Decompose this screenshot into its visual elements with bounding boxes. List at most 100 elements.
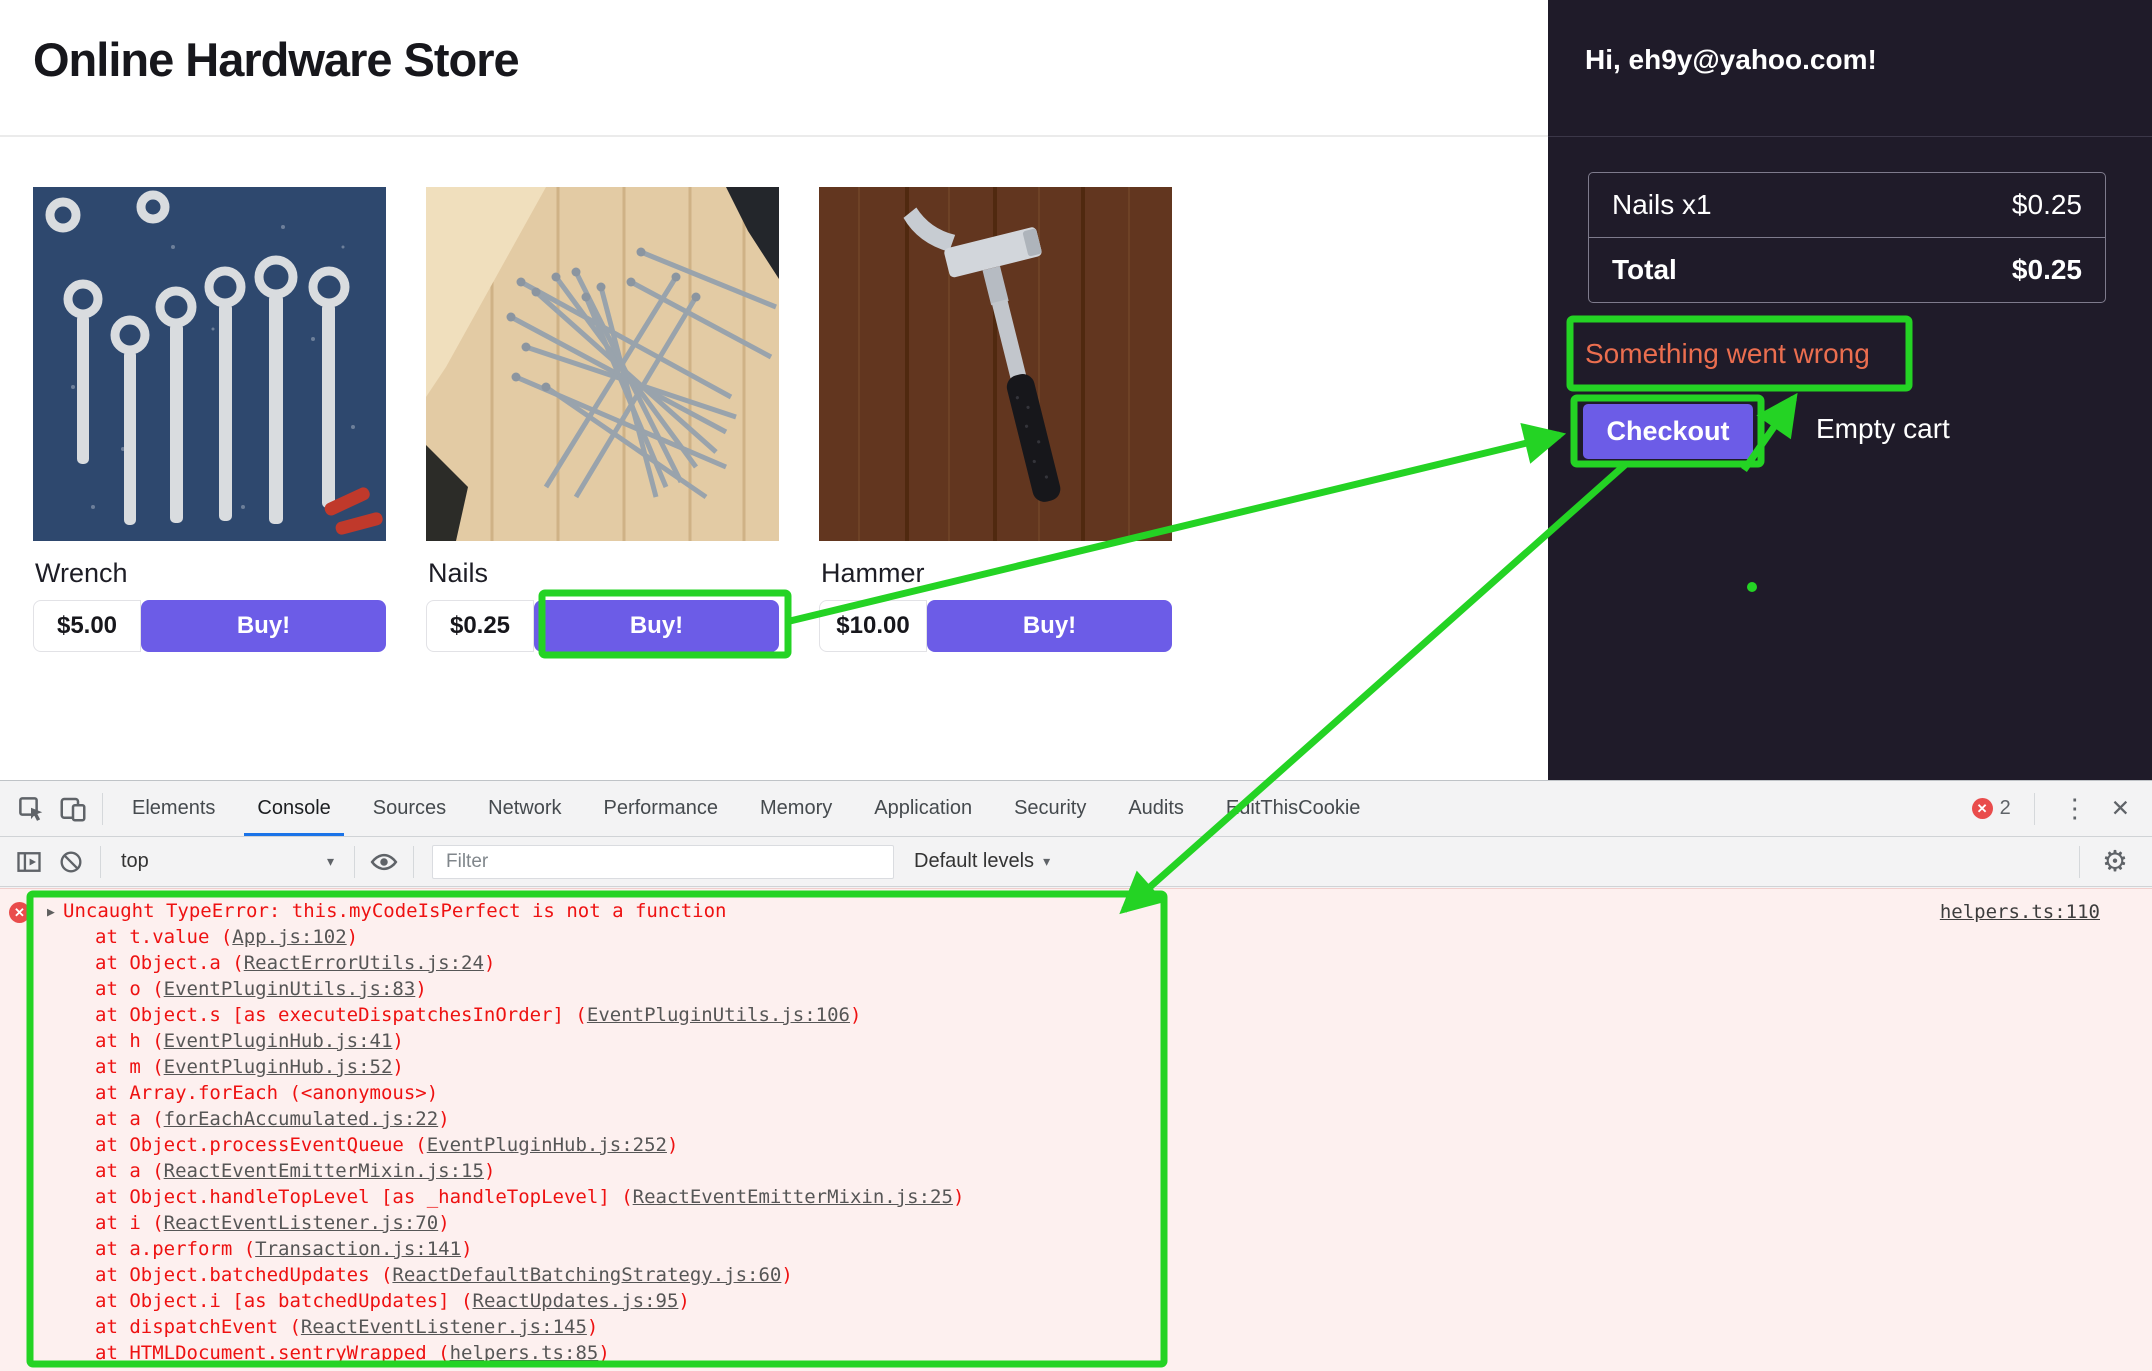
devtools-tab[interactable]: Audits bbox=[1107, 781, 1205, 836]
cart-total-value: $0.25 bbox=[2012, 254, 2082, 286]
stack-frame-link[interactable]: EventPluginHub.js:41 bbox=[164, 1030, 393, 1052]
stack-frame-link[interactable]: EventPluginUtils.js:106 bbox=[587, 1004, 850, 1026]
cart-sidebar: Hi, eh9y@yahoo.com! Nails x1 $0.25 Total… bbox=[1548, 0, 2152, 780]
devtools-tabbar: Elements Console Sources Network Perform… bbox=[0, 781, 2152, 837]
user-greeting: Hi, eh9y@yahoo.com! bbox=[1548, 0, 2152, 76]
devtools-tab[interactable]: Security bbox=[993, 781, 1107, 836]
expander-triangle-icon[interactable]: ▶ bbox=[47, 900, 55, 926]
product-price: $0.25 bbox=[426, 600, 534, 652]
stack-frame: at h (EventPluginHub.js:41) bbox=[0, 1028, 2152, 1054]
wrenches-photo bbox=[33, 187, 386, 541]
stack-frame-link[interactable]: ReactEventListener.js:70 bbox=[164, 1212, 439, 1234]
stack-frame-link[interactable]: ReactDefaultBatchingStrategy.js:60 bbox=[392, 1264, 781, 1286]
stack-frame-link[interactable]: ReactEventListener.js:145 bbox=[301, 1316, 587, 1338]
stack-frame-link[interactable]: ReactUpdates.js:95 bbox=[473, 1290, 679, 1312]
checkout-button[interactable]: Checkout bbox=[1583, 404, 1753, 459]
devtools-panel: Elements Console Sources Network Perform… bbox=[0, 780, 2152, 1370]
stack-frame-close: ) bbox=[438, 1108, 449, 1130]
devtools-tabbar-right: ✕ 2 ⋮ ✕ bbox=[1972, 793, 2152, 825]
console-messages-area: ✕ ▶ Uncaught TypeError: this.myCodeIsPer… bbox=[0, 888, 2152, 1371]
stack-frame: at Object.processEventQueue (EventPlugin… bbox=[0, 1132, 2152, 1158]
cart-item-row: Nails x1 $0.25 bbox=[1589, 173, 2105, 237]
stack-frame-close: ) bbox=[781, 1264, 792, 1286]
stack-frame-link[interactable]: EventPluginUtils.js:83 bbox=[164, 978, 416, 1000]
stack-frame-text: at dispatchEvent ( bbox=[95, 1316, 301, 1338]
console-error-message: Uncaught TypeError: this.myCodeIsPerfect… bbox=[0, 898, 2152, 924]
sidebar-divider bbox=[1548, 136, 2152, 137]
stack-frame-text: at Array.forEach (<anonymous>) bbox=[95, 1082, 438, 1104]
stack-frame-text: at HTMLDocument.sentryWrapped ( bbox=[95, 1342, 450, 1364]
cart-error-message: Something went wrong bbox=[1585, 338, 1870, 370]
cart-summary: Nails x1 $0.25 Total $0.25 bbox=[1588, 172, 2106, 303]
console-filter-input[interactable] bbox=[432, 845, 894, 879]
stack-frame-text: at h ( bbox=[95, 1030, 164, 1052]
stack-frame-link[interactable]: ReactEventEmitterMixin.js:15 bbox=[164, 1160, 484, 1182]
stack-frame-link[interactable]: Transaction.js:141 bbox=[255, 1238, 461, 1260]
stack-frame: at o (EventPluginUtils.js:83) bbox=[0, 976, 2152, 1002]
stack-frame: at t.value (App.js:102) bbox=[0, 924, 2152, 950]
stack-frame: at Object.handleTopLevel [as _handleTopL… bbox=[0, 1184, 2152, 1210]
devtools-tab[interactable]: Memory bbox=[739, 781, 853, 836]
stack-frame-close: ) bbox=[438, 1212, 449, 1234]
devtools-tab[interactable]: Performance bbox=[583, 781, 740, 836]
console-toolbar: top ▾ Default levels ▾ ⚙ bbox=[0, 837, 2152, 887]
device-toolbar-icon[interactable] bbox=[52, 789, 94, 829]
product-image bbox=[819, 187, 1172, 541]
buy-button[interactable]: Buy! bbox=[927, 600, 1172, 652]
stack-frame: at Object.a (ReactErrorUtils.js:24) bbox=[0, 950, 2152, 976]
buy-row: $10.00 Buy! bbox=[819, 600, 1172, 652]
error-count: 2 bbox=[2000, 797, 2011, 820]
devtools-tab[interactable]: Sources bbox=[352, 781, 467, 836]
stack-frame-close: ) bbox=[850, 1004, 861, 1026]
devtools-tab[interactable]: Elements bbox=[111, 781, 236, 836]
stack-frame-link[interactable]: ReactErrorUtils.js:24 bbox=[244, 952, 484, 974]
stack-frame-link[interactable]: forEachAccumulated.js:22 bbox=[164, 1108, 439, 1130]
devtools-tab[interactable]: Console bbox=[236, 781, 351, 836]
console-source-link[interactable]: helpers.ts:110 bbox=[1940, 899, 2100, 925]
empty-cart-button[interactable]: Empty cart bbox=[1810, 412, 1956, 446]
clear-console-icon[interactable] bbox=[50, 842, 92, 882]
stack-frame-text: at m ( bbox=[95, 1056, 164, 1078]
console-levels-select[interactable]: Default levels ▾ bbox=[904, 850, 1060, 873]
buy-row: $0.25 Buy! bbox=[426, 600, 779, 652]
settings-gear-icon[interactable]: ⚙ bbox=[2088, 844, 2144, 879]
stack-frame-close: ) bbox=[598, 1342, 609, 1364]
devtools-tab[interactable]: EditThisCookie bbox=[1205, 781, 1382, 836]
buy-button[interactable]: Buy! bbox=[141, 600, 386, 652]
cart-item-price: $0.25 bbox=[2012, 189, 2082, 221]
devtools-tab[interactable]: Application bbox=[853, 781, 993, 836]
error-badge[interactable]: ✕ 2 bbox=[1972, 797, 2011, 820]
stack-frame: at i (ReactEventListener.js:70) bbox=[0, 1210, 2152, 1236]
console-levels-value: Default levels bbox=[914, 850, 1034, 873]
stack-frame-close: ) bbox=[347, 926, 358, 948]
error-badge-icon: ✕ bbox=[1972, 798, 1993, 819]
stack-frame-text: at Object.batchedUpdates ( bbox=[95, 1264, 392, 1286]
divider bbox=[2034, 793, 2035, 825]
console-context-select[interactable]: top ▾ bbox=[109, 843, 346, 881]
divider bbox=[2079, 846, 2080, 878]
stack-frame-link[interactable]: App.js:102 bbox=[232, 926, 346, 948]
product-price: $5.00 bbox=[33, 600, 141, 652]
stack-frame-close: ) bbox=[484, 952, 495, 974]
stack-frame-link[interactable]: EventPluginHub.js:252 bbox=[427, 1134, 667, 1156]
more-options-icon[interactable]: ⋮ bbox=[2058, 793, 2092, 824]
stack-frame-text: at t.value ( bbox=[95, 926, 232, 948]
console-sidebar-toggle-icon[interactable] bbox=[8, 842, 50, 882]
buy-button[interactable]: Buy! bbox=[534, 600, 779, 652]
devtools-tab[interactable]: Network bbox=[467, 781, 582, 836]
stack-frame-link[interactable]: EventPluginHub.js:52 bbox=[164, 1056, 393, 1078]
product-card: Hammer $10.00 Buy! bbox=[819, 187, 1172, 652]
chevron-down-icon: ▾ bbox=[1043, 853, 1050, 870]
stack-frame-link[interactable]: ReactEventEmitterMixin.js:25 bbox=[633, 1186, 953, 1208]
live-expression-eye-icon[interactable] bbox=[363, 842, 405, 882]
stack-frame-text: at a ( bbox=[95, 1108, 164, 1130]
stack-frame: at m (EventPluginHub.js:52) bbox=[0, 1054, 2152, 1080]
close-devtools-icon[interactable]: ✕ bbox=[2107, 795, 2134, 822]
inspect-element-icon[interactable] bbox=[10, 789, 52, 829]
hammer-photo bbox=[819, 187, 1172, 541]
stack-frame-link[interactable]: helpers.ts:85 bbox=[450, 1342, 599, 1364]
stack-frame: at a.perform (Transaction.js:141) bbox=[0, 1236, 2152, 1262]
stack-frame-text: at a.perform ( bbox=[95, 1238, 255, 1260]
store-header: Online Hardware Store bbox=[0, 0, 1548, 137]
stack-frame-text: at Object.a ( bbox=[95, 952, 244, 974]
